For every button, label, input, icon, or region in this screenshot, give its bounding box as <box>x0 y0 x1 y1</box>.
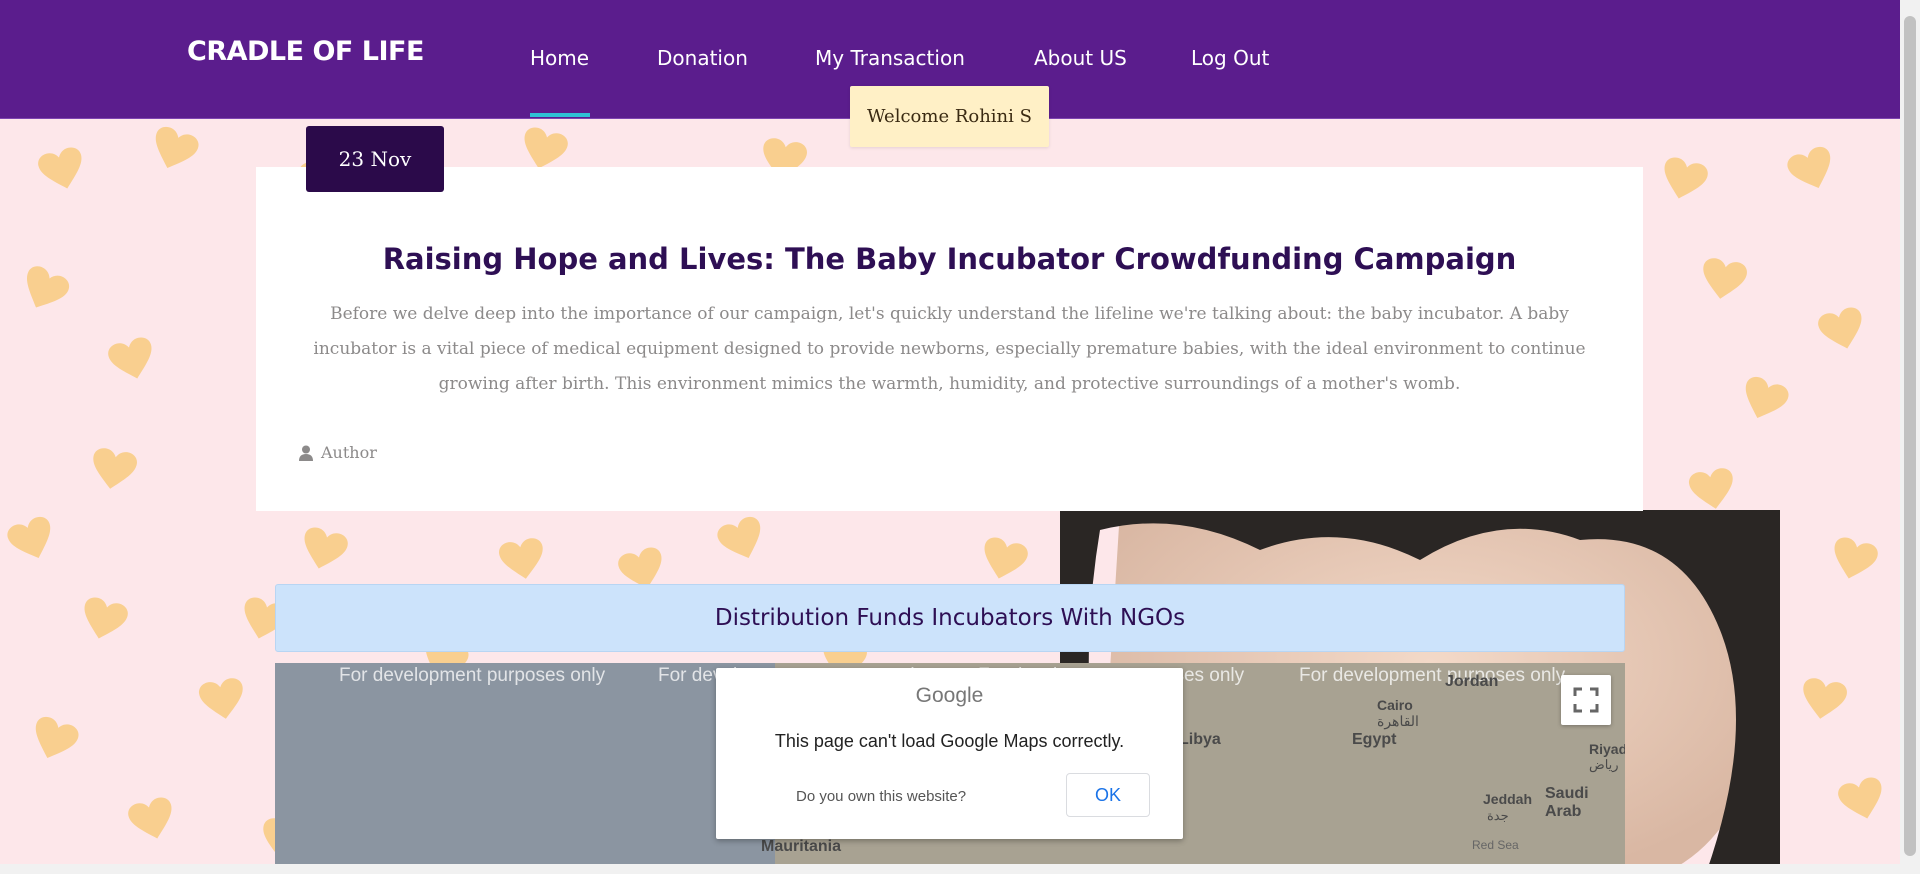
heart-decoration <box>75 594 132 651</box>
distribution-heading: Distribution Funds Incubators With NGOs <box>275 584 1625 652</box>
map-error-dialog: Google This page can't load Google Maps … <box>716 668 1183 839</box>
fullscreen-icon <box>1573 687 1599 713</box>
vertical-scrollbar[interactable] <box>1900 0 1920 864</box>
heart-decoration <box>196 675 249 729</box>
nav-log-out[interactable]: Log Out <box>1191 46 1269 70</box>
heart-decoration <box>713 513 772 573</box>
heart-decoration <box>1733 373 1792 433</box>
heart-decoration <box>86 445 139 499</box>
author-label: Author <box>321 443 377 462</box>
map-fullscreen-button[interactable] <box>1561 675 1611 725</box>
heart-decoration <box>1835 774 1892 831</box>
heart-decoration <box>1796 675 1849 729</box>
map-label-jeddah-ar: جدة <box>1487 808 1509 823</box>
heart-decoration <box>3 513 62 573</box>
map-label-mauritania: Mauritania <box>761 838 842 855</box>
heart-decoration <box>143 123 202 183</box>
ok-button[interactable]: OK <box>1066 773 1150 817</box>
heart-decoration <box>295 524 352 581</box>
map-label-jeddah: Jeddah <box>1483 791 1533 807</box>
map-label-red-sea: Red Sea <box>1472 838 1519 852</box>
date-badge: 23 Nov <box>306 126 444 192</box>
heart-decoration <box>125 794 182 851</box>
heart-decoration <box>1655 154 1712 211</box>
post-body: Before we delve deep into the importance… <box>313 304 1586 394</box>
user-icon <box>299 445 313 461</box>
map-label-cairo: Cairo <box>1377 697 1413 713</box>
map-error-message: This page can't load Google Maps correct… <box>774 731 1125 751</box>
map-label-saudi-arabia: Saudi Arab <box>1545 785 1589 820</box>
heart-decoration <box>1783 143 1842 203</box>
heart-decoration <box>12 261 74 323</box>
heart-decoration <box>23 713 82 773</box>
active-nav-indicator <box>530 113 590 117</box>
post-author: Author <box>299 443 377 462</box>
nav-my-transaction[interactable]: My Transaction <box>815 46 965 70</box>
google-logo: Google <box>915 684 984 707</box>
nav-home[interactable]: Home <box>530 46 589 70</box>
heart-decoration <box>105 334 162 391</box>
map-label-egypt: Egypt <box>1352 731 1397 748</box>
heart-decoration <box>1696 255 1749 309</box>
heart-decoration <box>1815 304 1872 361</box>
heart-decoration <box>35 144 92 201</box>
post-title: Raising Hope and Lives: The Baby Incubat… <box>382 242 1517 276</box>
own-website-link[interactable]: Do you own this website? <box>796 788 966 805</box>
nav-donation[interactable]: Donation <box>657 46 748 70</box>
map-watermark: For development purposes only <box>1299 665 1566 686</box>
map-label-cairo-ar: القاهرة <box>1377 713 1419 729</box>
welcome-tooltip: Welcome Rohini S <box>850 86 1049 147</box>
brand-logo[interactable]: CRADLE OF LIFE <box>187 36 424 67</box>
map-label-libya: Libya <box>1179 731 1221 748</box>
map-watermark: For development purposes only <box>339 665 606 686</box>
map-label-jordan: Jordan <box>1445 673 1499 690</box>
map-label-riyadh-ar: رياض <box>1589 757 1619 772</box>
heart-decoration <box>1825 534 1882 591</box>
heart-decoration <box>975 534 1032 591</box>
nav-about-us[interactable]: About US <box>1034 46 1127 70</box>
map-label-riyadh: Riyad <box>1589 741 1625 757</box>
heart-decoration <box>496 535 549 589</box>
post-card: Raising Hope and Lives: The Baby Incubat… <box>256 167 1643 511</box>
scrollbar-thumb[interactable] <box>1904 16 1916 856</box>
horizontal-scrollbar[interactable] <box>0 864 1920 874</box>
